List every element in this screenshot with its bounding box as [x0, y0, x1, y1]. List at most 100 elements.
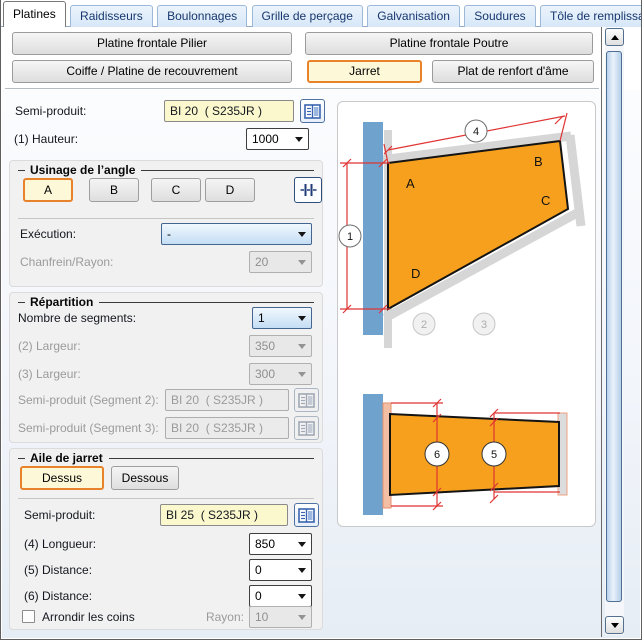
- content-right-border: [601, 27, 602, 637]
- semi-produit-field[interactable]: BI 20 ( S235JR ): [164, 100, 294, 122]
- chanfrein-rayon-label: Chanfrein/Rayon:: [20, 255, 114, 269]
- tab-raidisseurs[interactable]: Raidisseurs: [70, 5, 153, 27]
- chevron-down-icon: [298, 541, 306, 547]
- toolbar-separator: [5, 88, 599, 89]
- corner-b-button[interactable]: B: [89, 178, 139, 202]
- chevron-down-icon: [295, 136, 303, 142]
- jarret-button[interactable]: Jarret: [307, 60, 422, 83]
- distance-6-dropdown[interactable]: 0: [249, 585, 312, 607]
- tab-soudures[interactable]: Soudures: [464, 5, 536, 27]
- dim-circle-5-text: 5: [491, 449, 497, 461]
- semi-produit-segment-2-label: Semi-produit (Segment 2):: [18, 393, 159, 407]
- haunch-preview-panel: A B C D 1 4 2 3 6 5: [337, 101, 596, 527]
- plat-renfort-ame-button[interactable]: Plat de renfort d'âme: [432, 60, 594, 83]
- dim-circle-6-text: 6: [434, 449, 440, 461]
- hauteur-label: (1) Hauteur:: [14, 132, 79, 146]
- aile-semi-produit-field[interactable]: BI 25 ( S235JR ): [160, 504, 288, 526]
- dim-circle-1-text: 1: [347, 231, 353, 243]
- semi-produit-catalog-button[interactable]: [300, 99, 325, 123]
- tab-tole-de-remplissage[interactable]: Tôle de remplissage: [540, 5, 641, 27]
- corner-a-button[interactable]: A: [23, 178, 73, 202]
- semi-produit-label: Semi-produit:: [15, 104, 87, 118]
- side-elevation-view: A B C D 1 4 2 3: [338, 112, 586, 348]
- group-separator: [18, 498, 314, 499]
- corner-label-c: C: [541, 193, 550, 208]
- largeur-2-label: (2) Largeur:: [18, 339, 81, 353]
- semi-produit-segment-2-field: BI 20 ( S235JR ): [165, 389, 289, 411]
- usinage-angle-group: Usinage de l’angle A B C D Exécution: - …: [9, 160, 323, 287]
- haunch-flange-plate: [389, 412, 560, 497]
- longueur-label: (4) Longueur:: [24, 537, 97, 551]
- table-icon: [298, 507, 315, 523]
- mirror-corners-button[interactable]: [294, 177, 322, 203]
- semi-produit-segment-3-field: BI 20 ( S235JR ): [165, 417, 289, 439]
- execution-value: -: [167, 227, 171, 241]
- table-icon: [298, 420, 315, 436]
- arrondir-les-coins-label: Arrondir les coins: [42, 610, 135, 624]
- coiffe-platine-recouvrement-button[interactable]: Coiffe / Platine de recouvrement: [12, 60, 292, 83]
- chevron-down-icon: [298, 343, 306, 349]
- haunch-dialog-window: Platines Raidisseurs Boulonnages Grille …: [0, 0, 642, 640]
- nombre-segments-dropdown[interactable]: 1: [252, 307, 312, 329]
- chevron-down-icon: [298, 315, 306, 321]
- chevron-down-icon: [298, 371, 306, 377]
- dessous-button[interactable]: Dessous: [111, 466, 179, 490]
- corner-d-button[interactable]: D: [205, 178, 255, 202]
- nombre-segments-label: Nombre de segments:: [18, 311, 137, 325]
- platine-frontale-poutre-button[interactable]: Platine frontale Poutre: [305, 32, 593, 55]
- hauteur-dropdown[interactable]: 1000: [246, 128, 309, 150]
- tab-galvanisation[interactable]: Galvanisation: [367, 5, 460, 27]
- mirror-icon: [300, 184, 316, 196]
- chanfrein-rayon-value: 20: [255, 255, 269, 269]
- segment-2-catalog-button: [294, 388, 319, 412]
- largeur-3-label: (3) Largeur:: [18, 367, 81, 381]
- corner-label-d: D: [411, 266, 420, 281]
- scroll-down-button[interactable]: [605, 616, 624, 634]
- distance-5-label: (5) Distance:: [24, 563, 93, 577]
- execution-label: Exécution:: [20, 227, 77, 241]
- segment-3-catalog-button: [294, 416, 319, 440]
- aile-de-jarret-title: Aile de jarret: [18, 451, 314, 465]
- repartition-group: Répartition Nombre de segments: 1 (2) La…: [9, 292, 323, 443]
- platine-frontale-pilier-button[interactable]: Platine frontale Pilier: [12, 32, 292, 55]
- table-icon: [304, 103, 321, 119]
- rayon-dropdown: 10: [249, 606, 312, 628]
- usinage-angle-title: Usinage de l’angle: [18, 163, 314, 177]
- corner-c-button[interactable]: C: [151, 178, 201, 202]
- largeur-2-value: 350: [255, 339, 276, 353]
- dim-circle-3-text: 3: [481, 319, 487, 331]
- scroll-up-button[interactable]: [605, 28, 624, 46]
- distance-6-value: 0: [255, 589, 262, 603]
- dessus-button[interactable]: Dessus: [20, 466, 104, 490]
- haunch-diagram: A B C D 1 4 2 3 6 5: [338, 112, 586, 515]
- tab-boulonnages[interactable]: Boulonnages: [157, 5, 248, 27]
- flange-plan-view: 6 5: [363, 394, 568, 515]
- largeur-3-value: 300: [255, 367, 276, 381]
- distance-6-label: (6) Distance:: [24, 589, 93, 603]
- scrollbar-thumb[interactable]: [606, 51, 622, 602]
- column-profile: [363, 122, 383, 335]
- arrow-down-icon: [610, 622, 619, 628]
- tab-bar: Platines Raidisseurs Boulonnages Grille …: [3, 0, 641, 27]
- nombre-segments-value: 1: [258, 311, 265, 325]
- longueur-dropdown[interactable]: 850: [249, 533, 312, 555]
- chevron-down-icon: [298, 231, 306, 237]
- chevron-down-icon: [298, 593, 306, 599]
- aile-semi-produit-catalog-button[interactable]: [294, 503, 319, 527]
- rayon-label: Rayon:: [205, 610, 244, 624]
- distance-5-dropdown[interactable]: 0: [249, 559, 312, 581]
- chanfrein-rayon-dropdown: 20: [249, 251, 312, 273]
- arrondir-les-coins-checkbox[interactable]: [22, 610, 35, 623]
- table-icon: [298, 392, 315, 408]
- dim-circle-4-text: 4: [473, 126, 479, 138]
- largeur-2-dropdown: 350: [249, 335, 312, 357]
- rayon-value: 10: [255, 610, 269, 624]
- hauteur-value: 1000: [252, 132, 279, 146]
- column-profile-plan: [363, 394, 383, 515]
- dim-circle-2-text: 2: [421, 319, 427, 331]
- tab-platines[interactable]: Platines: [3, 1, 66, 27]
- tab-grille-de-percage[interactable]: Grille de perçage: [251, 5, 363, 27]
- execution-dropdown[interactable]: -: [161, 223, 312, 245]
- largeur-3-dropdown: 300: [249, 363, 312, 385]
- chevron-down-icon: [298, 567, 306, 573]
